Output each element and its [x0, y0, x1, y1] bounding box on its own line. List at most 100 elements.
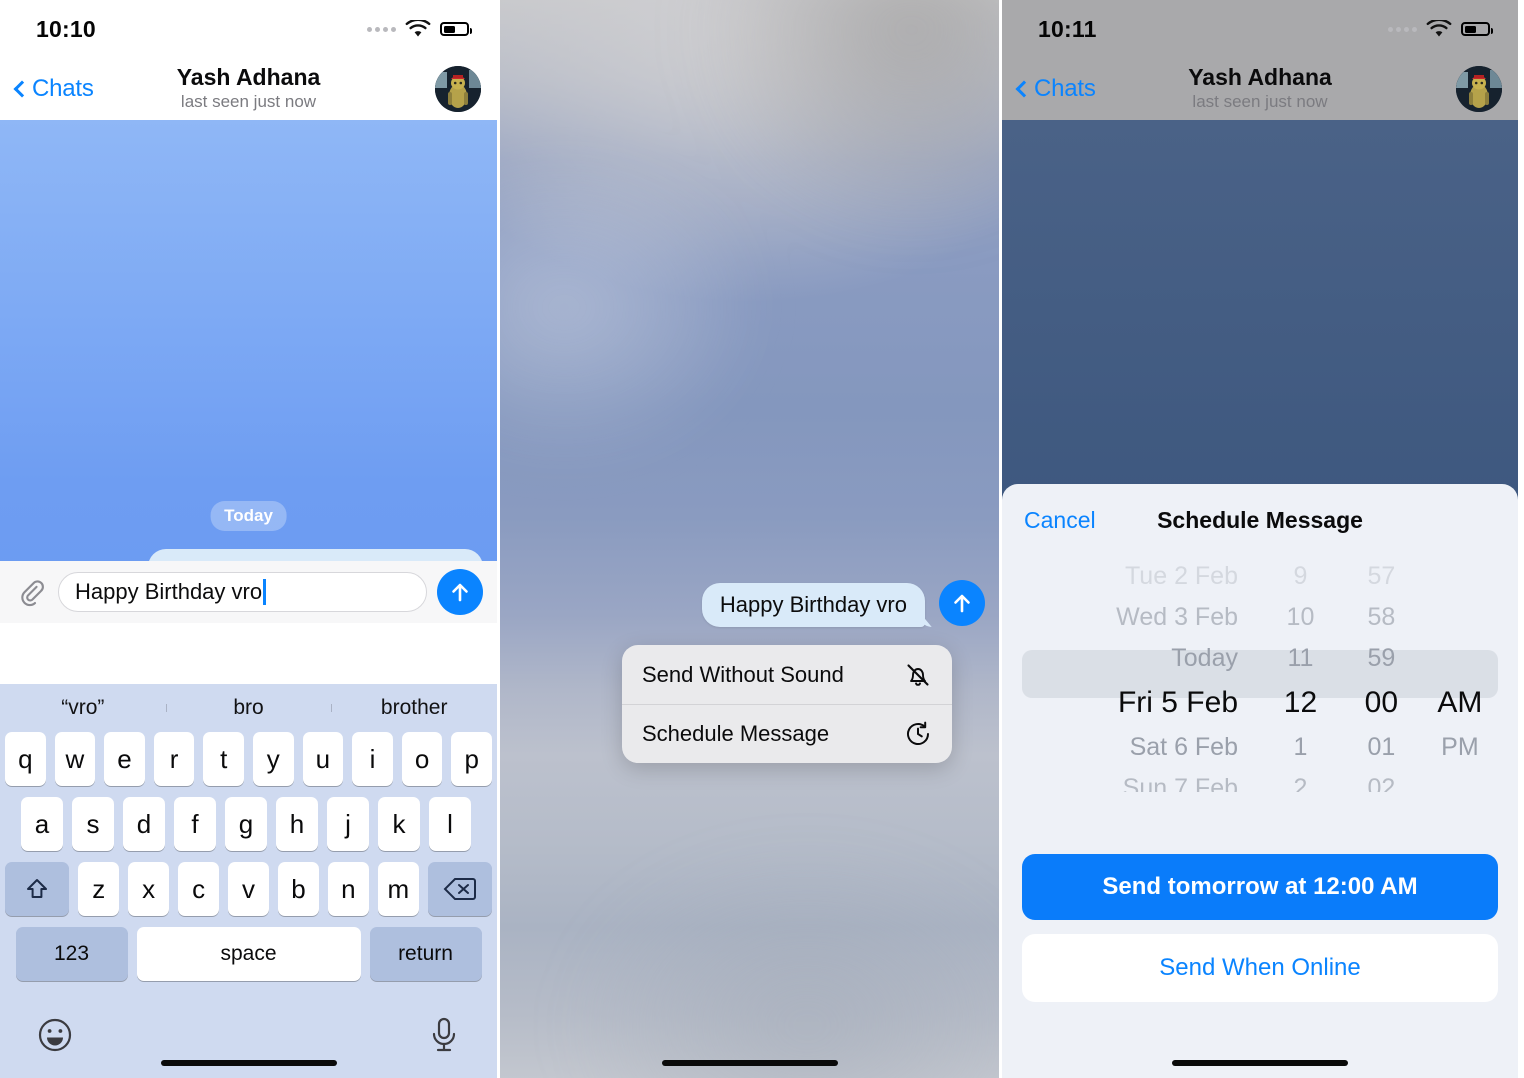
- key-m[interactable]: m: [377, 862, 419, 916]
- key-n[interactable]: n: [327, 862, 369, 916]
- picker-minute: 02: [1367, 774, 1396, 792]
- key-j[interactable]: j: [327, 797, 369, 851]
- key-u[interactable]: u: [302, 732, 344, 786]
- picker-row[interactable]: Tue 2 Feb 9 57: [1022, 556, 1498, 597]
- keyboard-row-1: q w e r t y u i o p: [0, 732, 497, 786]
- back-to-chats-button[interactable]: Chats: [12, 75, 94, 103]
- picker-date: Fri 5 Feb: [1117, 686, 1238, 719]
- chevron-left-icon: [13, 80, 31, 98]
- key-a[interactable]: a: [21, 797, 63, 851]
- datetime-picker[interactable]: Tue 2 Feb 9 57 Wed 3 Feb 10 58 Today 11: [1022, 556, 1498, 792]
- key-d[interactable]: d: [123, 797, 165, 851]
- key-w[interactable]: w: [54, 732, 96, 786]
- send-when-online-button[interactable]: Send When Online: [1022, 934, 1498, 1002]
- back-label: Chats: [32, 75, 94, 102]
- home-indicator[interactable]: [160, 1060, 337, 1066]
- nav-bar: Chats Yash Adhana last seen just now: [1002, 58, 1518, 120]
- key-c[interactable]: c: [178, 862, 220, 916]
- numbers-key[interactable]: 123: [15, 927, 128, 981]
- key-h[interactable]: h: [276, 797, 318, 851]
- picker-date: Sun 7 Feb: [1122, 774, 1238, 792]
- menu-item-send-without-sound[interactable]: Send Without Sound: [622, 645, 952, 704]
- picker-row[interactable]: Wed 3 Feb 10 58: [1022, 597, 1498, 638]
- attachment-icon[interactable]: [14, 575, 48, 609]
- key-q[interactable]: q: [5, 732, 46, 786]
- picker-meridiem: PM: [1441, 733, 1479, 761]
- key-o[interactable]: o: [401, 732, 443, 786]
- picker-minute: 57: [1367, 562, 1396, 590]
- key-b[interactable]: b: [277, 862, 319, 916]
- key-r[interactable]: r: [153, 732, 195, 786]
- suggestion-1[interactable]: bro: [165, 696, 332, 720]
- menu-item-schedule-message[interactable]: Schedule Message: [622, 704, 952, 763]
- return-key[interactable]: return: [369, 927, 482, 981]
- key-k[interactable]: k: [378, 797, 420, 851]
- signal-dots-icon: [367, 26, 396, 32]
- picker-hour: 9: [1293, 562, 1308, 590]
- wifi-icon: [405, 19, 431, 36]
- back-to-chats-button[interactable]: Chats: [1014, 75, 1096, 103]
- key-v[interactable]: v: [228, 862, 269, 916]
- home-indicator[interactable]: [1172, 1060, 1348, 1066]
- chat-messages-area: Today Will go for movies on 12th Feb. 10…: [0, 120, 497, 623]
- clock-arrow-icon: [907, 721, 929, 746]
- key-x[interactable]: x: [128, 862, 170, 916]
- avatar[interactable]: [1456, 66, 1502, 112]
- picker-row[interactable]: Today 11 59: [1022, 638, 1498, 679]
- pending-message-bubble: Happy Birthday vro: [701, 583, 925, 628]
- chevron-left-icon: [1015, 80, 1033, 98]
- suggestion-0[interactable]: “vro”: [0, 696, 166, 720]
- wifi-icon: [1426, 19, 1452, 36]
- menu-item-label: Send Without Sound: [642, 661, 844, 687]
- key-t[interactable]: t: [203, 732, 244, 786]
- microphone-icon[interactable]: [427, 1015, 461, 1055]
- key-p[interactable]: p: [451, 732, 492, 786]
- key-y[interactable]: y: [253, 732, 294, 786]
- emoji-icon[interactable]: [36, 1016, 74, 1054]
- key-l[interactable]: l: [429, 797, 471, 851]
- picker-minute: 58: [1367, 603, 1396, 631]
- key-g[interactable]: g: [225, 797, 267, 851]
- picker-hour: 1: [1293, 733, 1308, 761]
- signal-dots-icon: [1388, 26, 1417, 32]
- shift-key[interactable]: [4, 862, 70, 916]
- picker-row[interactable]: Sat 6 Feb 1 01 PM: [1022, 727, 1498, 768]
- message-input[interactable]: Happy Birthday vro: [58, 572, 427, 612]
- message-input-bar: Happy Birthday vro: [0, 561, 497, 623]
- space-key[interactable]: space: [136, 927, 361, 981]
- screenshot-stage: 10:10 Chats Yash Adhana last seen just n…: [0, 0, 1524, 1078]
- key-e[interactable]: e: [104, 732, 145, 786]
- key-s[interactable]: s: [72, 797, 114, 851]
- battery-icon: [1461, 22, 1493, 36]
- status-bar: 10:10: [0, 0, 497, 58]
- blurred-background: [500, 0, 999, 1078]
- send-scheduled-button[interactable]: Send tomorrow at 12:00 AM: [1022, 854, 1498, 920]
- key-i[interactable]: i: [352, 732, 393, 786]
- panel-compose: 10:10 Chats Yash Adhana last seen just n…: [0, 0, 497, 1078]
- picker-hour: 2: [1293, 774, 1308, 792]
- picker-row-selected[interactable]: Fri 5 Feb 12 00 AM: [1022, 679, 1498, 727]
- home-indicator[interactable]: [661, 1060, 838, 1066]
- nav-bar: Chats Yash Adhana last seen just now: [0, 58, 497, 120]
- keyboard-row-4: 123 space return: [0, 927, 497, 981]
- picker-row[interactable]: Sun 7 Feb 2 02: [1022, 768, 1498, 792]
- send-button[interactable]: [437, 569, 483, 615]
- key-f[interactable]: f: [174, 797, 216, 851]
- cancel-button[interactable]: Cancel: [1024, 507, 1096, 534]
- backspace-key[interactable]: [427, 862, 493, 916]
- key-z[interactable]: z: [78, 862, 120, 916]
- avatar[interactable]: [435, 66, 481, 112]
- keyboard: “vro” bro brother q w e r t y u i o p a …: [0, 684, 497, 1078]
- picker-date: Wed 3 Feb: [1116, 603, 1238, 631]
- keyboard-row-2: a s d f g h j k l: [0, 797, 497, 851]
- picker-date: Sat 6 Feb: [1129, 733, 1238, 761]
- picker-minute: 01: [1367, 733, 1396, 761]
- send-button-pressed[interactable]: [939, 580, 985, 626]
- text-caret: [263, 579, 266, 605]
- battery-icon: [440, 22, 472, 36]
- schedule-message-sheet: Cancel Schedule Message Tue 2 Feb 9 57 W…: [1002, 484, 1518, 1078]
- picker-meridiem: AM: [1437, 686, 1483, 719]
- picker-date: Tue 2 Feb: [1124, 562, 1238, 590]
- suggestion-2[interactable]: brother: [331, 696, 497, 720]
- sheet-header: Cancel Schedule Message: [1002, 484, 1518, 556]
